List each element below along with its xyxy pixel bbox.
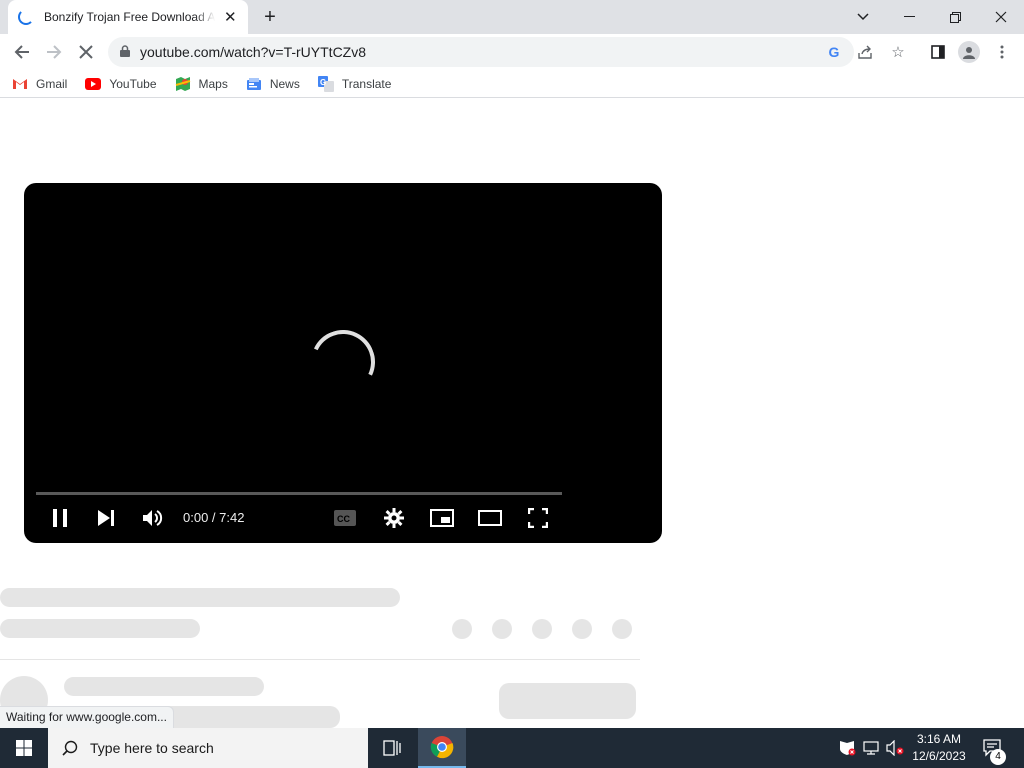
taskbar-search-box[interactable]: Type here to search <box>48 728 368 768</box>
windows-logo-icon <box>16 740 32 756</box>
next-video-button[interactable] <box>94 506 118 530</box>
bookmark-label: YouTube <box>109 76 157 91</box>
action-placeholder <box>452 619 472 639</box>
volume-icon[interactable] <box>141 506 165 530</box>
start-button[interactable] <box>0 728 48 768</box>
side-panel-icon[interactable] <box>928 42 948 62</box>
share-icon[interactable] <box>856 42 876 62</box>
url-text[interactable]: youtube.com/watch?v=T-rUYTtCZv8 <box>140 44 366 60</box>
translate-icon: G <box>317 75 334 92</box>
address-bar[interactable]: youtube.com/watch?v=T-rUYTtCZv8 <box>108 37 854 67</box>
windows-taskbar: Type here to search 3:16 AM 12/6/2023 4 <box>0 728 1024 768</box>
close-window-button[interactable] <box>978 0 1024 34</box>
task-view-button[interactable] <box>368 728 416 768</box>
volume-muted-icon[interactable] <box>884 728 906 768</box>
gmail-icon <box>12 76 28 92</box>
theater-mode-icon[interactable] <box>478 506 502 530</box>
miniplayer-icon[interactable] <box>430 506 454 530</box>
bookmark-maps[interactable]: Maps <box>175 76 228 92</box>
search-icon <box>62 740 78 756</box>
svg-text:G: G <box>320 78 326 87</box>
task-view-icon <box>383 740 401 756</box>
tab-search-icon[interactable] <box>840 0 886 34</box>
restore-button[interactable] <box>932 0 978 34</box>
bookmark-translate[interactable]: G Translate <box>317 75 392 92</box>
google-lens-icon[interactable]: G <box>824 42 844 62</box>
menu-kebab-icon[interactable] <box>992 42 1012 62</box>
subscribe-placeholder <box>499 683 636 719</box>
action-placeholder <box>612 619 632 639</box>
bookmark-label: Gmail <box>36 76 68 91</box>
subtitle-placeholder <box>0 619 200 638</box>
fullscreen-icon[interactable] <box>526 506 550 530</box>
action-placeholder <box>572 619 592 639</box>
section-divider <box>0 659 640 660</box>
bookmark-label: Translate <box>341 76 392 91</box>
bookmark-youtube[interactable]: YouTube <box>85 76 157 92</box>
channel-name-placeholder <box>64 677 264 696</box>
maps-icon <box>175 76 191 92</box>
forward-button[interactable] <box>40 38 68 66</box>
system-clock[interactable]: 3:16 AM 12/6/2023 <box>906 731 972 765</box>
browser-toolbar: youtube.com/watch?v=T-rUYTtCZv8 G ☆ <box>0 34 1024 70</box>
svg-text:CC: CC <box>337 514 350 524</box>
settings-gear-icon[interactable] <box>382 506 406 530</box>
loading-spinner-icon <box>18 9 34 25</box>
back-button[interactable] <box>8 38 36 66</box>
tab-strip: Bonzify Trojan Free Download Al ✕ + <box>0 0 1024 34</box>
tab-close-icon[interactable]: ✕ <box>223 8 238 26</box>
buffering-spinner-icon <box>301 320 385 404</box>
bookmark-star-icon[interactable]: ☆ <box>888 42 908 62</box>
status-bubble: Waiting for www.google.com... <box>0 706 174 728</box>
bookmark-gmail[interactable]: Gmail <box>12 76 67 92</box>
video-player[interactable]: 0:00 / 7:42 CC <box>24 183 662 543</box>
clock-time: 3:16 AM <box>916 732 962 746</box>
profile-avatar-icon[interactable] <box>958 41 980 63</box>
network-icon[interactable] <box>860 728 882 768</box>
lock-icon[interactable] <box>120 44 130 60</box>
closed-captions-icon[interactable]: CC <box>333 506 357 530</box>
minimize-button[interactable] <box>886 0 932 34</box>
notification-count-badge: 4 <box>990 749 1006 765</box>
bookmark-news[interactable]: News <box>246 76 300 92</box>
action-center-button[interactable]: 4 <box>978 728 1008 768</box>
bookmark-label: News <box>269 76 300 91</box>
stop-loading-button[interactable] <box>72 38 100 66</box>
youtube-icon <box>85 76 102 92</box>
title-placeholder <box>0 588 400 607</box>
browser-tab[interactable]: Bonzify Trojan Free Download Al ✕ <box>8 0 248 34</box>
new-tab-button[interactable]: + <box>258 6 282 28</box>
pause-button[interactable] <box>48 506 72 530</box>
action-placeholder <box>532 619 552 639</box>
page-content: 0:00 / 7:42 CC <box>0 103 1024 728</box>
chrome-taskbar-button[interactable] <box>418 728 466 768</box>
action-placeholder <box>492 619 512 639</box>
video-progress-bar[interactable] <box>36 492 562 495</box>
chrome-icon <box>430 736 454 759</box>
time-display: 0:00 / 7:42 <box>183 510 245 525</box>
bookmark-label: Maps <box>198 76 228 91</box>
search-placeholder: Type here to search <box>90 740 214 756</box>
news-icon <box>246 76 262 92</box>
tab-title: Bonzify Trojan Free Download Al <box>44 10 215 24</box>
bookmarks-bar: Gmail YouTube Maps News G Translate <box>0 70 1024 98</box>
clock-date: 12/6/2023 <box>912 749 966 763</box>
security-warning-icon[interactable] <box>836 728 858 768</box>
